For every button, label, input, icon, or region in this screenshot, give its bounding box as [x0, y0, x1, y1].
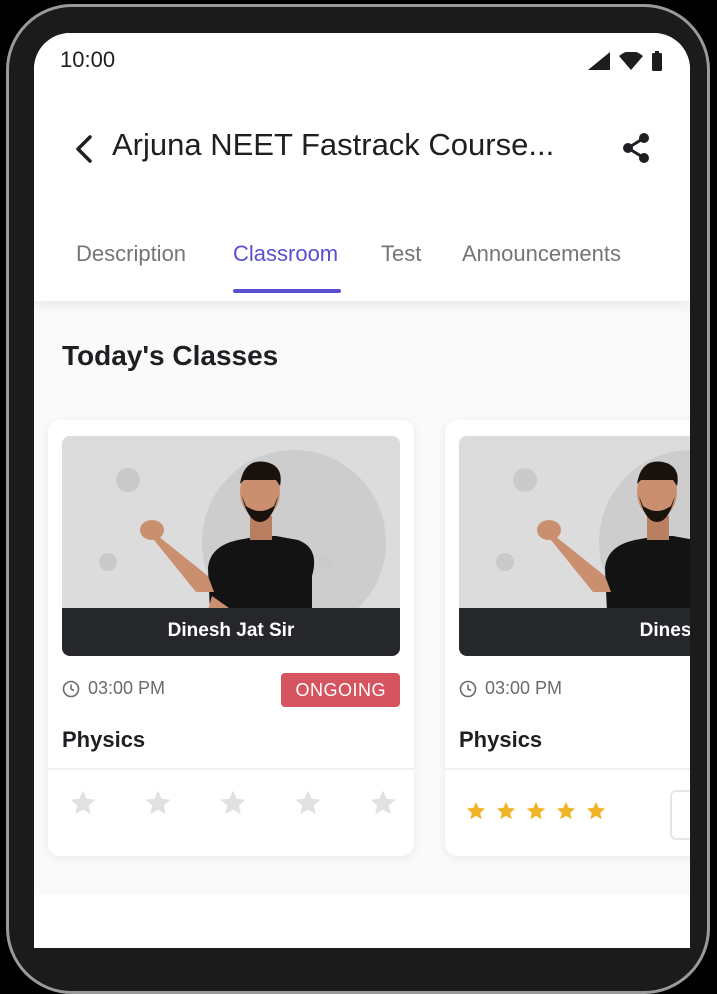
back-arrow-icon: [76, 135, 92, 163]
teacher-name: Dinesh Jat Sir: [639, 620, 690, 641]
rating-action-button[interactable]: [670, 790, 690, 840]
teacher-name-bar: Dinesh Jat Sir: [62, 608, 400, 656]
class-time-text: 03:00 PM: [485, 678, 563, 698]
next-section-panel: [34, 895, 690, 948]
star-icon[interactable]: [68, 788, 98, 823]
star-icon[interactable]: [143, 788, 173, 823]
page-title: Arjuna NEET Fastrack Course...: [112, 127, 555, 162]
app-header: Arjuna NEET Fastrack Course... Descripti…: [34, 89, 690, 301]
status-time: 10:00: [60, 47, 116, 72]
signal-icon: [588, 52, 610, 70]
section-title: Today's Classes: [62, 340, 279, 371]
battery-icon: [652, 51, 662, 71]
card-divider: [445, 768, 690, 770]
clock-icon: [459, 680, 477, 697]
tab-announcements[interactable]: Announcements: [462, 241, 621, 267]
star-icon[interactable]: [293, 788, 323, 823]
star-icon[interactable]: [585, 800, 607, 827]
teacher-name: Dinesh Jat Sir: [167, 620, 295, 641]
star-icon[interactable]: [495, 800, 517, 827]
class-subject: Physics: [459, 727, 543, 752]
class-time-text: 03:00 PM: [88, 678, 166, 698]
tab-bar: Description Classroom Test Announcements: [34, 229, 690, 301]
star-icon[interactable]: [555, 800, 577, 827]
wifi-icon: [619, 52, 643, 70]
class-thumbnail: Dinesh Jat Sir: [459, 436, 690, 656]
star-icon[interactable]: [218, 788, 248, 823]
class-thumbnail: Dinesh Jat Sir: [62, 436, 400, 656]
teacher-name-bar: Dinesh Jat Sir: [459, 608, 690, 656]
class-subject: Physics: [62, 727, 146, 752]
share-button[interactable]: [620, 131, 652, 165]
status-badge: ONGOING: [281, 673, 400, 707]
star-icon[interactable]: [525, 800, 547, 827]
tab-description[interactable]: Description: [76, 241, 186, 267]
rating-stars: [68, 788, 398, 823]
class-time: 03:00 PM: [459, 678, 562, 699]
app-screen: 10:00 Arjuna NEET Fastrack Course... Des…: [34, 33, 690, 948]
star-icon[interactable]: [465, 800, 487, 827]
tab-test[interactable]: Test: [381, 241, 421, 267]
back-button[interactable]: [70, 133, 98, 165]
card-divider: [48, 768, 414, 770]
tab-classroom[interactable]: Classroom: [233, 241, 338, 267]
active-tab-indicator: [233, 289, 341, 293]
star-icon[interactable]: [368, 788, 398, 823]
clock-icon: [62, 680, 80, 697]
rating-stars: [465, 800, 607, 827]
share-icon: [623, 133, 649, 163]
status-icons: [588, 51, 662, 71]
class-time: 03:00 PM: [62, 678, 165, 699]
class-card[interactable]: Dinesh Jat Sir 03:00 PM ONGOING Physics: [48, 420, 414, 856]
class-card[interactable]: Dinesh Jat Sir 03:00 PM Physics: [445, 420, 690, 856]
status-bar: 10:00: [34, 33, 690, 89]
